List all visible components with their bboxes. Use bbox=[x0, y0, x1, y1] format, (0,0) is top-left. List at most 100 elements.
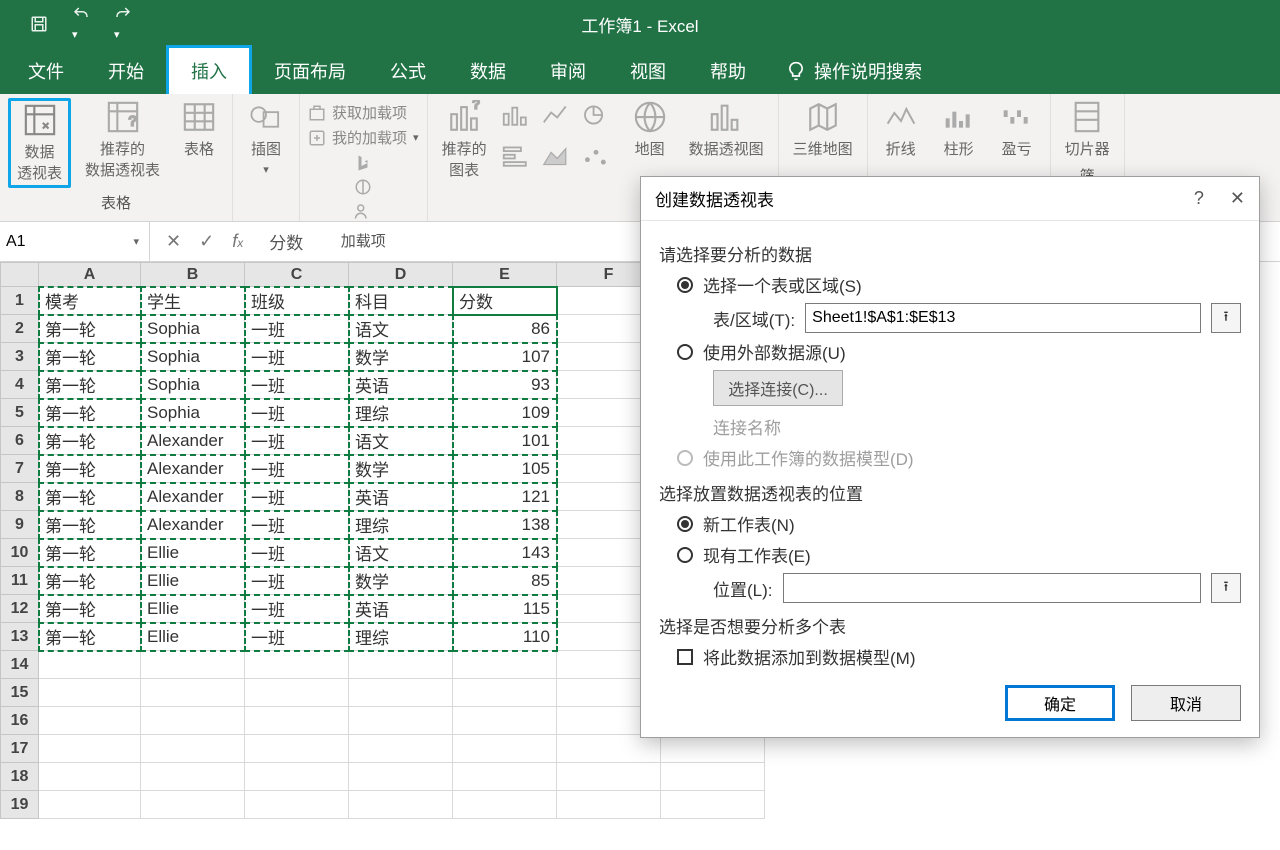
cell[interactable]: 第一轮 bbox=[39, 511, 141, 539]
range-input[interactable] bbox=[805, 303, 1201, 333]
sparkline-column-button[interactable]: 柱形 bbox=[934, 98, 984, 161]
cell[interactable] bbox=[141, 651, 245, 679]
cell[interactable]: 143 bbox=[453, 539, 557, 567]
cell[interactable]: 115 bbox=[453, 595, 557, 623]
tab-insert[interactable]: 插入 bbox=[166, 45, 252, 94]
bar-chart-icon[interactable] bbox=[501, 145, 537, 182]
cell[interactable]: 英语 bbox=[349, 371, 453, 399]
cell[interactable] bbox=[661, 791, 765, 819]
row-header[interactable]: 16 bbox=[1, 707, 39, 735]
row-header[interactable]: 7 bbox=[1, 455, 39, 483]
row-header[interactable]: 15 bbox=[1, 679, 39, 707]
slicer-button[interactable]: 切片器 bbox=[1059, 98, 1116, 161]
tab-review[interactable]: 审阅 bbox=[528, 48, 608, 94]
maps-button[interactable]: 地图 bbox=[625, 98, 675, 182]
radio-new-worksheet[interactable]: 新工作表(N) bbox=[677, 511, 1241, 536]
cell[interactable]: 121 bbox=[453, 483, 557, 511]
row-header[interactable]: 12 bbox=[1, 595, 39, 623]
cell[interactable]: 第一轮 bbox=[39, 567, 141, 595]
cell[interactable] bbox=[349, 651, 453, 679]
cell[interactable] bbox=[349, 763, 453, 791]
fx-icon[interactable]: fx bbox=[232, 231, 243, 252]
cell[interactable]: 107 bbox=[453, 343, 557, 371]
cell[interactable]: 101 bbox=[453, 427, 557, 455]
cell[interactable]: 学生 bbox=[141, 287, 245, 315]
tab-formulas[interactable]: 公式 bbox=[368, 48, 448, 94]
cell[interactable]: Ellie bbox=[141, 623, 245, 651]
line-chart-icon[interactable] bbox=[541, 104, 577, 141]
name-box[interactable]: A1 ▾ bbox=[0, 222, 150, 261]
cell[interactable]: 一班 bbox=[245, 427, 349, 455]
row-header[interactable]: 3 bbox=[1, 343, 39, 371]
cell[interactable]: 科目 bbox=[349, 287, 453, 315]
pivot-chart-button[interactable]: 数据透视图 bbox=[683, 98, 770, 182]
cell[interactable] bbox=[453, 735, 557, 763]
cell[interactable]: 英语 bbox=[349, 595, 453, 623]
tab-home[interactable]: 开始 bbox=[86, 48, 166, 94]
cell[interactable]: 第一轮 bbox=[39, 539, 141, 567]
recommended-pivot-button[interactable]: ? 推荐的 数据透视表 bbox=[79, 98, 166, 188]
cell[interactable] bbox=[349, 707, 453, 735]
cell[interactable] bbox=[349, 791, 453, 819]
cell[interactable] bbox=[453, 707, 557, 735]
cell[interactable]: Sophia bbox=[141, 343, 245, 371]
sparkline-winloss-button[interactable]: 盈亏 bbox=[992, 98, 1042, 161]
cell[interactable] bbox=[245, 651, 349, 679]
cell[interactable] bbox=[453, 791, 557, 819]
cell[interactable] bbox=[39, 679, 141, 707]
cell[interactable]: 语文 bbox=[349, 427, 453, 455]
cell[interactable] bbox=[557, 791, 661, 819]
cell[interactable]: Alexander bbox=[141, 427, 245, 455]
tab-view[interactable]: 视图 bbox=[608, 48, 688, 94]
illustrations-button[interactable]: 插图 ▾ bbox=[241, 98, 291, 178]
cell[interactable]: 第一轮 bbox=[39, 315, 141, 343]
cell[interactable]: 一班 bbox=[245, 399, 349, 427]
cell[interactable] bbox=[39, 651, 141, 679]
tab-help[interactable]: 帮助 bbox=[688, 48, 768, 94]
pivot-table-button[interactable]: 数据 透视表 bbox=[8, 98, 71, 188]
cell[interactable] bbox=[141, 763, 245, 791]
cell[interactable]: 第一轮 bbox=[39, 371, 141, 399]
location-input[interactable] bbox=[783, 573, 1202, 603]
column-header[interactable]: B bbox=[141, 263, 245, 287]
cell[interactable] bbox=[141, 791, 245, 819]
row-header[interactable]: 18 bbox=[1, 763, 39, 791]
cell[interactable] bbox=[453, 651, 557, 679]
visio-icon[interactable] bbox=[354, 178, 372, 196]
table-button[interactable]: 表格 bbox=[174, 98, 224, 188]
cell[interactable]: 理综 bbox=[349, 511, 453, 539]
cell[interactable]: 93 bbox=[453, 371, 557, 399]
cell[interactable]: 第一轮 bbox=[39, 483, 141, 511]
recommended-charts-button[interactable]: ? 推荐的 图表 bbox=[436, 98, 493, 182]
column-header[interactable]: C bbox=[245, 263, 349, 287]
radio-external-source[interactable]: 使用外部数据源(U) bbox=[677, 339, 1241, 364]
ok-button[interactable]: 确定 bbox=[1005, 685, 1115, 721]
choose-connection-button[interactable]: 选择连接(C)... bbox=[713, 370, 843, 406]
scatter-chart-icon[interactable] bbox=[581, 145, 617, 182]
tab-data[interactable]: 数据 bbox=[448, 48, 528, 94]
row-header[interactable]: 10 bbox=[1, 539, 39, 567]
cell[interactable]: 第一轮 bbox=[39, 623, 141, 651]
area-chart-icon[interactable] bbox=[541, 145, 577, 182]
cell[interactable] bbox=[245, 763, 349, 791]
radio-select-range[interactable]: 选择一个表或区域(S) bbox=[677, 272, 1241, 297]
cell[interactable]: 英语 bbox=[349, 483, 453, 511]
cell[interactable]: Ellie bbox=[141, 595, 245, 623]
column-header[interactable]: E bbox=[453, 263, 557, 287]
help-icon[interactable]: ? bbox=[1194, 188, 1204, 209]
cell[interactable] bbox=[349, 679, 453, 707]
cell[interactable]: 一班 bbox=[245, 315, 349, 343]
checkbox-add-to-model[interactable]: 将此数据添加到数据模型(M) bbox=[677, 644, 1241, 669]
row-header[interactable]: 1 bbox=[1, 287, 39, 315]
cell[interactable]: 分数 bbox=[453, 287, 557, 315]
accept-formula-icon[interactable]: ✓ bbox=[199, 231, 214, 252]
location-collapse-button[interactable]: ⭱ bbox=[1211, 573, 1241, 603]
people-icon[interactable] bbox=[354, 202, 372, 220]
cell[interactable] bbox=[245, 735, 349, 763]
row-header[interactable]: 17 bbox=[1, 735, 39, 763]
row-header[interactable]: 2 bbox=[1, 315, 39, 343]
cell[interactable]: 语文 bbox=[349, 315, 453, 343]
cell[interactable]: 一班 bbox=[245, 343, 349, 371]
row-header[interactable]: 4 bbox=[1, 371, 39, 399]
close-icon[interactable]: ✕ bbox=[1230, 188, 1245, 209]
